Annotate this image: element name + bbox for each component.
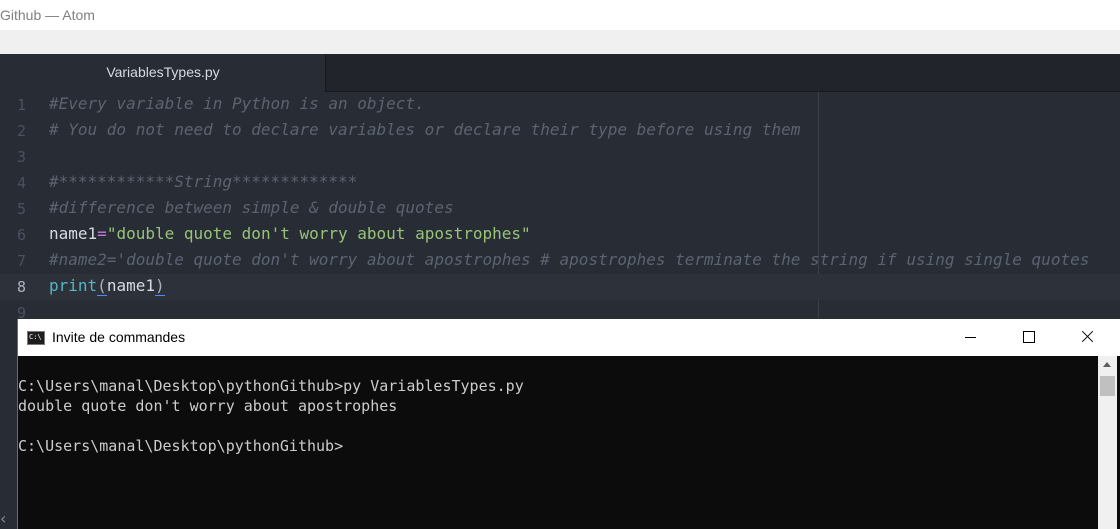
comment-text: #name2='double quote don't worry about a…	[49, 250, 1090, 269]
code-line[interactable]: 7 #name2='double quote don't worry about…	[0, 248, 1120, 274]
close-paren: )	[154, 276, 165, 296]
scroll-thumb[interactable]	[1100, 376, 1115, 396]
code-text: name1="double quote don't worry about ap…	[49, 224, 531, 243]
minimize-icon[interactable]	[942, 319, 1000, 356]
argument: name1	[106, 276, 155, 295]
line-number: 8	[16, 278, 26, 296]
line-number: 7	[16, 252, 26, 270]
cmd-title: Invite de commandes	[52, 329, 186, 345]
tab-label: VariablesTypes.py	[106, 64, 220, 80]
vertical-scrollbar[interactable]	[1098, 356, 1117, 529]
maximize-icon[interactable]	[1000, 319, 1058, 356]
close-icon[interactable]	[1058, 319, 1116, 356]
cmd-icon[interactable]: C:\	[27, 331, 45, 345]
cmd-titlebar[interactable]: C:\ Invite de commandes	[18, 319, 1120, 356]
comment-text: # You do not need to declare variables o…	[49, 120, 801, 139]
line-number: 3	[16, 148, 26, 166]
console-line: C:\Users\manal\Desktop\pythonGithub>py V…	[18, 377, 524, 395]
comment-text: #Every variable in Python is an object.	[49, 94, 425, 113]
variable-name: name1	[49, 224, 98, 243]
assign-operator: =	[97, 224, 107, 243]
code-line[interactable]: 6 name1="double quote don't worry about …	[0, 222, 1120, 248]
cmd-window[interactable]: C:\ Invite de commandes C:\Users\manal\D…	[17, 319, 1120, 529]
code-line[interactable]: 4 #************String*************	[0, 170, 1120, 196]
code-line[interactable]: 2 # You do not need to declare variables…	[0, 118, 1120, 144]
tab-variablestypes[interactable]: VariablesTypes.py	[0, 54, 326, 92]
scroll-up-arrow-icon[interactable]	[1098, 356, 1117, 373]
atom-menubar	[0, 30, 1120, 54]
string-literal: "double quote don't worry about apostrop…	[106, 224, 531, 243]
function-name: print	[49, 276, 98, 295]
line-number: 4	[16, 174, 26, 192]
line-number: 6	[16, 226, 26, 244]
code-line[interactable]: 1 #Every variable in Python is an object…	[0, 92, 1120, 118]
line-number: 5	[16, 200, 26, 218]
atom-titlebar: Github — Atom	[0, 0, 1120, 30]
line-number: 1	[16, 96, 26, 114]
chevron-left-icon[interactable]: ‹	[0, 509, 10, 529]
console-line: double quote don't worry about apostroph…	[18, 397, 398, 415]
code-line[interactable]: 5 #difference between simple & double qu…	[0, 196, 1120, 222]
code-text: print(name1)	[49, 276, 165, 296]
tab-bar: VariablesTypes.py	[0, 54, 1120, 92]
console-output[interactable]: C:\Users\manal\Desktop\pythonGithub>py V…	[18, 356, 1098, 529]
open-paren: (	[97, 276, 107, 296]
code-line[interactable]: 3	[0, 144, 1120, 170]
line-number: 2	[16, 122, 26, 140]
console-prompt[interactable]: C:\Users\manal\Desktop\pythonGithub>	[18, 436, 1098, 456]
comment-text: #************String*************	[49, 172, 358, 191]
code-line-current[interactable]: 8 print(name1)	[0, 274, 1120, 300]
comment-text: #difference between simple & double quot…	[49, 198, 454, 217]
window-title: Github — Atom	[0, 7, 95, 23]
